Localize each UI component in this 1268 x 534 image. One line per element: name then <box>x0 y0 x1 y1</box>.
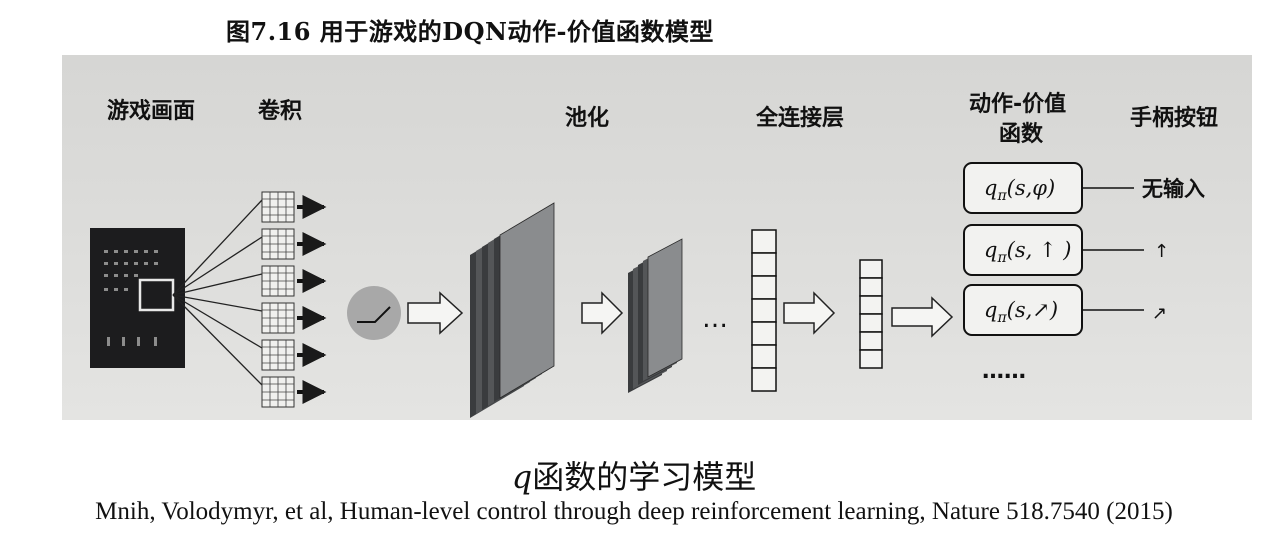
output-up-arrow: ↑ <box>1154 241 1169 262</box>
caption: q函数的学习模型 <box>0 452 1268 498</box>
q-args: (s, ↑ ) <box>1007 238 1072 262</box>
diagram-photo: 游戏画面 卷积 池化 全连接层 动作-价值 函数 手柄按钮 … qπ(s,φ) … <box>62 55 1252 420</box>
figure-title: 图7.16 用于游戏的DQN动作-价值函数模型 <box>226 17 714 46</box>
label-joystick-buttons: 手柄按钮 <box>1130 105 1218 131</box>
label-action-value-1: 动作-价值 <box>969 91 1066 117</box>
game-screen-image <box>90 228 185 368</box>
dense-column-2 <box>859 259 883 369</box>
kernel-4 <box>261 302 327 334</box>
hollow-arrow-4 <box>891 296 954 338</box>
conv-feature-maps <box>470 202 555 418</box>
label-convolution: 卷积 <box>257 98 302 124</box>
q-args: (s,φ) <box>1007 176 1056 200</box>
dense-column-1 <box>751 229 777 392</box>
svg-text:qπ(s,φ): qπ(s,φ) <box>984 176 1055 204</box>
caption-q: q <box>511 458 533 496</box>
caption-text: 函数的学习模型 <box>532 458 757 496</box>
citation: Mnih, Volodymyr, et al, Human-level cont… <box>95 498 1173 525</box>
svg-text:qπ(s, ↑ ): qπ(s, ↑ ) <box>984 238 1071 266</box>
kernel-6 <box>261 376 327 408</box>
fan-lines <box>172 199 263 386</box>
dqn-diagram: 游戏画面 卷积 池化 全连接层 动作-价值 函数 手柄按钮 … qπ(s,φ) … <box>90 91 1218 418</box>
q-ellipsis: …… <box>982 359 1026 384</box>
pooling-ellipsis: … <box>702 304 728 334</box>
q-function-2: qπ(s, ↑ ) ↑ <box>963 224 1169 276</box>
pooled-feature-maps <box>628 238 683 393</box>
q-symbol: q <box>984 238 997 262</box>
label-pooling: 池化 <box>565 105 609 131</box>
q-function-1: qπ(s,φ) 无输入 <box>963 162 1205 214</box>
kernel-1 <box>261 191 327 223</box>
svg-text:qπ(s,↗): qπ(s,↗) <box>984 298 1058 326</box>
kernel-2 <box>261 228 327 260</box>
kernel-3 <box>261 265 327 297</box>
activation-node <box>347 286 401 340</box>
hollow-arrow-1 <box>407 291 464 335</box>
label-game-screen: 游戏画面 <box>107 98 195 124</box>
conv-kernels <box>261 191 327 408</box>
q-symbol: q <box>984 298 997 322</box>
label-action-value-2: 函数 <box>999 121 1044 147</box>
output-no-input: 无输入 <box>1142 177 1205 201</box>
q-args: (s,↗) <box>1007 298 1058 322</box>
label-fully-connected: 全连接层 <box>755 105 844 131</box>
output-diagonal-arrow: ↗ <box>1152 303 1167 324</box>
hollow-arrow-3 <box>783 291 836 335</box>
q-symbol: q <box>984 176 997 200</box>
hollow-arrow-2 <box>581 291 624 335</box>
q-function-3: qπ(s,↗) ↗ <box>963 284 1167 336</box>
kernel-5 <box>261 339 327 371</box>
